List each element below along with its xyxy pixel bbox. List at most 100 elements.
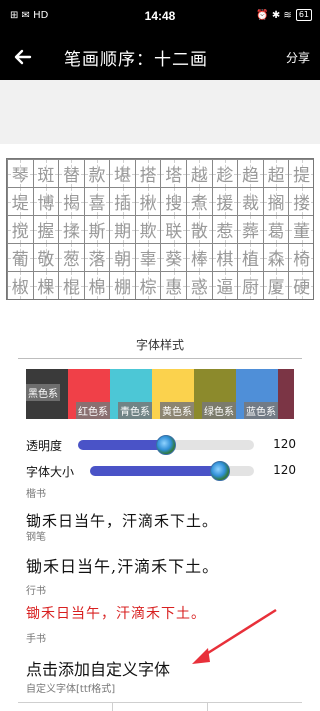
grid-cell[interactable]: 欺 — [134, 215, 162, 244]
grid-character: 葬 — [241, 222, 259, 242]
grid-cell[interactable]: 厦 — [262, 271, 290, 299]
grid-cell[interactable]: 落 — [83, 243, 111, 272]
grid-character: 棵 — [37, 278, 55, 298]
grid-cell[interactable]: 棋 — [211, 243, 239, 272]
font-size-slider[interactable] — [90, 461, 254, 481]
grid-cell[interactable]: 逼 — [211, 271, 239, 299]
color-swatch[interactable]: 黑色系 — [26, 369, 68, 419]
grid-cell[interactable]: 握 — [32, 215, 60, 244]
share-button[interactable]: 分享 — [286, 49, 310, 66]
grid-character: 堪 — [114, 166, 132, 186]
grid-character: 植 — [241, 250, 259, 270]
color-swatch[interactable]: 绿色系 — [194, 369, 236, 419]
grid-cell[interactable]: 斑 — [32, 159, 60, 188]
opacity-slider-thumb[interactable] — [156, 435, 176, 455]
grid-cell[interactable]: 援 — [211, 187, 239, 216]
bottom-tab[interactable] — [18, 703, 113, 711]
grid-cell[interactable]: 棕 — [134, 271, 162, 299]
color-swatch[interactable]: 紫 — [278, 369, 294, 419]
grid-cell[interactable]: 棉 — [83, 271, 111, 299]
bottom-tab[interactable] — [208, 703, 302, 711]
swatch-label: 蓝色系 — [244, 402, 278, 419]
grid-cell[interactable]: 搅 — [7, 215, 34, 244]
grid-cell[interactable]: 葱 — [58, 243, 85, 272]
font-size-slider-thumb[interactable] — [209, 461, 230, 481]
grid-cell[interactable]: 植 — [237, 243, 264, 272]
grid-cell[interactable]: 堤 — [7, 187, 34, 216]
grid-cell[interactable]: 棚 — [109, 271, 136, 299]
swatch-label: 绿色系 — [202, 402, 236, 419]
grid-cell[interactable]: 硬 — [288, 271, 313, 299]
color-swatch[interactable]: 红色系 — [68, 369, 110, 419]
grid-cell[interactable]: 董 — [288, 215, 313, 244]
grid-cell[interactable]: 散 — [186, 215, 213, 244]
grid-character: 揭 — [62, 194, 80, 214]
bottom-tab[interactable] — [113, 703, 208, 711]
font-size-slider-fill — [90, 466, 220, 476]
color-swatch[interactable]: 黄色系 — [152, 369, 194, 419]
grid-cell[interactable]: 惑 — [186, 271, 213, 299]
color-swatch[interactable]: 蓝色系 — [236, 369, 278, 419]
opacity-slider[interactable] — [78, 435, 254, 455]
font-option-gangbi[interactable]: 钢笔 锄禾日当午,汗滴禾下土。 — [26, 528, 296, 577]
grid-cell[interactable]: 揉 — [58, 215, 85, 244]
grid-cell[interactable]: 搜 — [160, 187, 188, 216]
grid-cell[interactable]: 朝 — [109, 243, 136, 272]
grid-cell[interactable]: 插 — [109, 187, 136, 216]
grid-cell[interactable]: 森 — [262, 243, 290, 272]
grid-character: 搜 — [165, 194, 183, 214]
grid-cell[interactable]: 辜 — [134, 243, 162, 272]
grid-cell[interactable]: 越 — [186, 159, 213, 188]
grid-cell[interactable]: 揭 — [58, 187, 85, 216]
grid-cell[interactable]: 博 — [32, 187, 60, 216]
grid-cell[interactable]: 敬 — [32, 243, 60, 272]
back-arrow-icon[interactable] — [10, 44, 36, 70]
panel-divider — [18, 358, 302, 359]
grid-cell[interactable]: 椒 — [7, 271, 34, 299]
grid-cell[interactable]: 葬 — [237, 215, 264, 244]
grid-cell[interactable]: 葵 — [160, 243, 188, 272]
grid-cell[interactable]: 椅 — [288, 243, 313, 272]
status-right-icons: ⏰ ✱ ≋ 61 — [256, 9, 312, 21]
grid-cell[interactable]: 超 — [262, 159, 290, 188]
grid-character: 硬 — [293, 278, 311, 298]
grid-character: 董 — [293, 222, 311, 242]
grid-cell[interactable]: 提 — [288, 159, 313, 188]
grid-cell[interactable]: 惹 — [211, 215, 239, 244]
stroke-animation-area — [0, 80, 320, 144]
font-option-kaishu[interactable]: 楷书 锄禾日当午，汗滴禾下土。 — [26, 485, 296, 531]
grid-cell[interactable]: 葛 — [262, 215, 290, 244]
grid-cell[interactable]: 琴 — [7, 159, 34, 188]
grid-cell[interactable]: 葡 — [7, 243, 34, 272]
grid-cell[interactable]: 喜 — [83, 187, 111, 216]
grid-cell[interactable]: 期 — [109, 215, 136, 244]
font-name: 钢笔 — [26, 532, 46, 543]
grid-cell[interactable]: 煮 — [186, 187, 213, 216]
grid-cell[interactable]: 棍 — [58, 271, 85, 299]
grid-cell[interactable]: 堪 — [109, 159, 136, 188]
grid-character: 揉 — [62, 222, 80, 242]
opacity-label: 透明度 — [26, 439, 63, 453]
opacity-value: 120 — [273, 437, 296, 451]
grid-character: 散 — [190, 222, 208, 242]
grid-cell[interactable]: 替 — [58, 159, 85, 188]
grid-cell[interactable]: 棵 — [32, 271, 60, 299]
grid-cell[interactable]: 厨 — [237, 271, 264, 299]
add-custom-font-button[interactable]: 点击添加自定义字体 — [26, 656, 170, 680]
grid-cell[interactable]: 款 — [83, 159, 111, 188]
grid-character: 棕 — [139, 278, 157, 298]
grid-cell[interactable]: 趋 — [237, 159, 264, 188]
grid-cell[interactable]: 斯 — [83, 215, 111, 244]
grid-cell[interactable]: 塔 — [160, 159, 188, 188]
grid-cell[interactable]: 搂 — [288, 187, 313, 216]
grid-cell[interactable]: 趁 — [211, 159, 239, 188]
grid-cell[interactable]: 惠 — [160, 271, 188, 299]
grid-cell[interactable]: 搁 — [262, 187, 290, 216]
color-swatch[interactable]: 青色系 — [110, 369, 152, 419]
grid-cell[interactable]: 揪 — [134, 187, 162, 216]
grid-character: 趋 — [241, 166, 259, 186]
grid-cell[interactable]: 裁 — [237, 187, 264, 216]
grid-cell[interactable]: 搭 — [134, 159, 162, 188]
grid-cell[interactable]: 联 — [160, 215, 188, 244]
grid-cell[interactable]: 棒 — [186, 243, 213, 272]
